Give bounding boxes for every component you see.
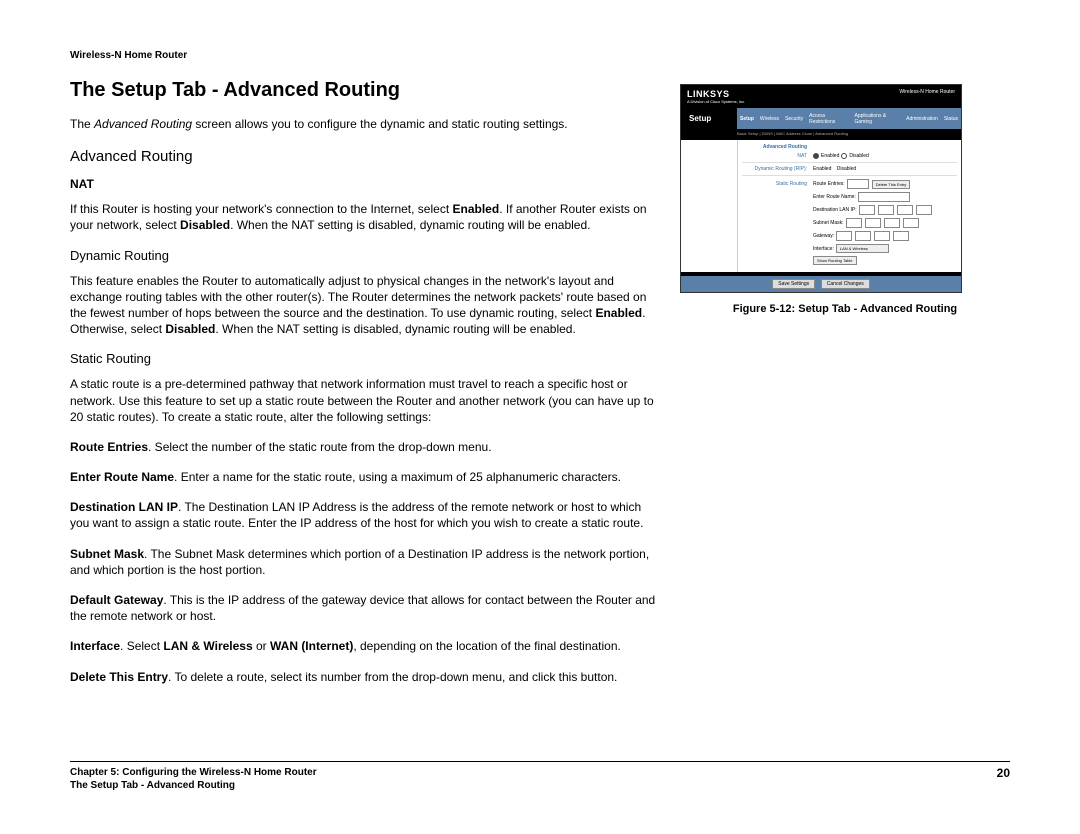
- dynamic-routing-paragraph: This feature enables the Router to autom…: [70, 273, 660, 338]
- tab-wireless[interactable]: Wireless: [757, 114, 782, 124]
- footer-chapter: Chapter 5: Configuring the Wireless-N Ho…: [70, 766, 317, 779]
- subnet-1[interactable]: [846, 218, 862, 228]
- footer-section: The Setup Tab - Advanced Routing: [70, 779, 317, 792]
- dest-ip-2[interactable]: [878, 205, 894, 215]
- subheading-dynamic-routing: Dynamic Routing: [70, 248, 660, 263]
- show-routing-table-button[interactable]: Show Routing Table: [813, 256, 857, 265]
- subnet-4[interactable]: [903, 218, 919, 228]
- subnet-mask-desc: Subnet Mask. The Subnet Mask determines …: [70, 546, 660, 578]
- page-number: 20: [997, 766, 1010, 792]
- subnet-2[interactable]: [865, 218, 881, 228]
- section-advanced-routing: Advanced Routing: [70, 148, 660, 165]
- intro-pre: The: [70, 117, 94, 131]
- dest-ip-1[interactable]: [859, 205, 875, 215]
- doc-header: Wireless-N Home Router: [70, 50, 1010, 61]
- label-adv-routing: Advanced Routing: [742, 144, 811, 150]
- intro-em: Advanced Routing: [94, 117, 192, 131]
- cancel-changes-button[interactable]: Cancel Changes: [821, 279, 870, 289]
- label-static-routing: Static Routing: [742, 181, 811, 187]
- sub-tabs: Basic Setup | DDNS | MAC Address Clone |…: [681, 129, 961, 140]
- enter-route-name-desc: Enter Route Name. Enter a name for the s…: [70, 469, 660, 485]
- nat-disabled-radio[interactable]: [841, 153, 847, 159]
- save-settings-button[interactable]: Save Settings: [772, 279, 815, 289]
- figure-column: LINKSYS A Division of Cisco Systems, Inc…: [680, 79, 1010, 699]
- delete-entry-desc: Delete This Entry. To delete a route, se…: [70, 669, 660, 685]
- subheading-nat: NAT: [70, 177, 660, 191]
- tab-status[interactable]: Status: [941, 114, 961, 124]
- tab-access[interactable]: Access Restrictions: [806, 111, 851, 127]
- interface-desc: Interface. Select LAN & Wireless or WAN …: [70, 638, 660, 654]
- product-name: Wireless-N Home Router: [899, 89, 955, 95]
- dest-ip-4[interactable]: [916, 205, 932, 215]
- route-entries-desc: Route Entries. Select the number of the …: [70, 439, 660, 455]
- main-column: The Setup Tab - Advanced Routing The Adv…: [70, 79, 660, 699]
- default-gateway-desc: Default Gateway. This is the IP address …: [70, 592, 660, 624]
- main-tabs: Setup Wireless Security Access Restricti…: [737, 108, 961, 129]
- nat-enabled-radio[interactable]: [813, 153, 819, 159]
- static-intro: A static route is a pre-determined pathw…: [70, 376, 660, 425]
- gw-1[interactable]: [836, 231, 852, 241]
- logo-text: LINKSYS: [687, 89, 730, 99]
- route-name-input[interactable]: [858, 192, 910, 202]
- nat-paragraph: If this Router is hosting your network's…: [70, 201, 660, 233]
- route-entries-select[interactable]: [847, 179, 869, 189]
- gw-3[interactable]: [874, 231, 890, 241]
- tab-apps[interactable]: Applications & Gaming: [851, 111, 903, 127]
- figure-caption: Figure 5-12: Setup Tab - Advanced Routin…: [680, 303, 1010, 315]
- delete-entry-button[interactable]: Delete This Entry: [872, 180, 911, 189]
- subheading-static-routing: Static Routing: [70, 351, 660, 366]
- page-footer: Chapter 5: Configuring the Wireless-N Ho…: [70, 761, 1010, 792]
- gw-4[interactable]: [893, 231, 909, 241]
- destination-lan-ip-desc: Destination LAN IP. The Destination LAN …: [70, 499, 660, 531]
- nav-section-label: Setup: [681, 108, 737, 129]
- router-screenshot: LINKSYS A Division of Cisco Systems, Inc…: [680, 84, 962, 293]
- subnet-3[interactable]: [884, 218, 900, 228]
- tab-setup[interactable]: Setup: [737, 114, 757, 124]
- label-dynamic-routing: Dynamic Routing (RIP):: [742, 166, 811, 172]
- intro-paragraph: The Advanced Routing screen allows you t…: [70, 116, 660, 132]
- intro-post: screen allows you to configure the dynam…: [192, 117, 568, 131]
- gw-2[interactable]: [855, 231, 871, 241]
- logo-subtitle: A Division of Cisco Systems, Inc.: [687, 99, 745, 104]
- dest-ip-3[interactable]: [897, 205, 913, 215]
- page-title: The Setup Tab - Advanced Routing: [70, 79, 660, 102]
- interface-select[interactable]: LAN & Wireless: [836, 244, 889, 253]
- tab-admin[interactable]: Administration: [903, 114, 941, 124]
- label-nat: NAT: [742, 153, 811, 159]
- tab-security[interactable]: Security: [782, 114, 806, 124]
